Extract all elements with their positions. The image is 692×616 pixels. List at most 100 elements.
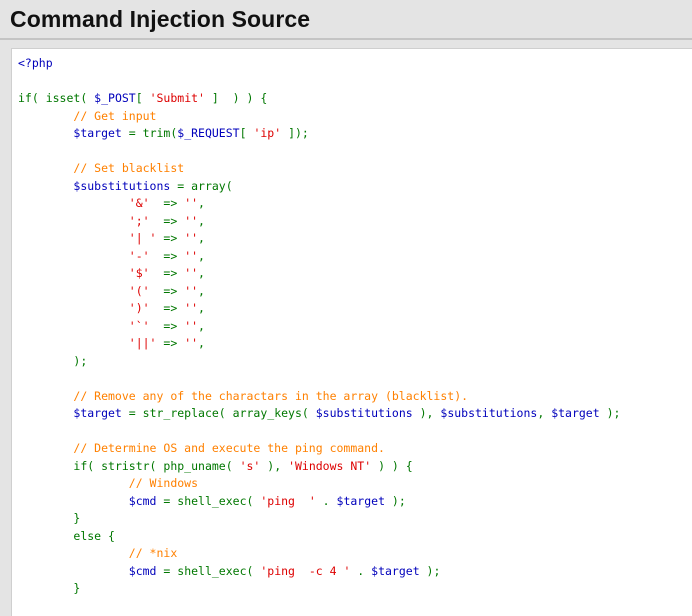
- code-token: '| ': [128, 231, 157, 245]
- code-token: $cmd: [128, 493, 157, 508]
- code-token: $target: [73, 126, 122, 140]
- code-token: ),: [260, 458, 289, 473]
- code-token: ) ) {: [371, 458, 413, 473]
- code-token: '&': [128, 196, 150, 210]
- code-token: '': [184, 336, 199, 350]
- code-token: =: [121, 406, 143, 420]
- code-token: =>: [149, 196, 185, 210]
- code-token: // Set blacklist: [73, 161, 185, 175]
- code-token: $substitutions: [440, 406, 538, 420]
- code-token: =: [156, 563, 178, 578]
- code-token: '': [184, 318, 199, 333]
- code-token: );: [73, 353, 88, 368]
- code-token: =: [121, 126, 143, 140]
- code-token: '': [184, 213, 199, 228]
- code-token: =>: [149, 301, 185, 315]
- code-token: ,: [198, 213, 205, 228]
- code-token: 'ping -c 4 ': [260, 563, 351, 578]
- code-token: else {: [73, 528, 115, 543]
- code-token: trim(: [142, 126, 178, 140]
- code-token: shell_exec(: [177, 563, 261, 578]
- code-panel-container: <?php if( isset( $_POST[ 'Submit' ] ) ) …: [0, 40, 692, 616]
- code-token: 'Windows NT': [288, 458, 372, 473]
- code-token: =>: [149, 213, 185, 228]
- code-token: if(: [73, 458, 102, 473]
- code-token: $cmd: [128, 563, 157, 578]
- code-token: // Windows: [128, 476, 199, 490]
- code-token: ,: [198, 266, 205, 280]
- code-token: str_replace(: [142, 406, 233, 420]
- code-token: '`': [128, 318, 150, 333]
- code-token: '': [184, 266, 199, 280]
- code-token: php_uname(: [163, 458, 240, 473]
- code-token: '': [184, 231, 199, 245]
- code-token: );: [599, 406, 621, 420]
- code-token: ,: [198, 336, 205, 350]
- code-token: =: [170, 178, 192, 193]
- source-code-panel: <?php if( isset( $_POST[ 'Submit' ] ) ) …: [11, 48, 692, 616]
- code-token: // *nix: [128, 546, 178, 560]
- code-token: 'Submit': [149, 91, 205, 105]
- code-token: $_POST: [94, 91, 136, 105]
- page-title: Command Injection Source: [10, 5, 311, 32]
- code-token: ,: [198, 248, 205, 263]
- code-token: '$': [128, 266, 150, 280]
- code-token: [: [239, 126, 254, 140]
- code-token: $substitutions: [315, 406, 413, 420]
- code-token: }: [73, 511, 81, 525]
- code-token: if(: [18, 91, 46, 105]
- code-token: '(': [128, 283, 150, 298]
- code-token: ')': [128, 301, 150, 315]
- code-token: =>: [149, 248, 185, 263]
- code-token: '||': [128, 336, 157, 350]
- code-token: shell_exec(: [177, 493, 261, 508]
- code-token: =>: [156, 231, 185, 245]
- code-token: ),: [412, 406, 441, 420]
- code-token: ,: [198, 196, 205, 210]
- code-token: =>: [149, 283, 185, 298]
- php-source-code: <?php if( isset( $_POST[ 'Submit' ] ) ) …: [18, 55, 692, 616]
- code-token: $_REQUEST: [177, 126, 240, 140]
- code-token: ]);: [281, 126, 309, 140]
- code-token: '': [184, 301, 199, 315]
- code-token: // Remove any of the charactars in the a…: [73, 388, 469, 403]
- code-token: =>: [156, 336, 185, 350]
- code-token: =>: [149, 318, 185, 333]
- code-token: );: [385, 493, 406, 508]
- code-token: $target: [371, 563, 420, 578]
- code-token: $substitutions: [73, 178, 171, 193]
- code-token: stristr(: [101, 458, 164, 473]
- code-token: ,: [198, 283, 205, 298]
- code-token: ,: [537, 406, 552, 420]
- code-token: // Determine OS and execute the ping com…: [73, 441, 385, 455]
- code-token: $target: [73, 406, 122, 420]
- code-token: '': [184, 283, 199, 298]
- code-token: .: [315, 493, 337, 508]
- code-token: 'ip': [253, 126, 282, 140]
- code-token: .: [350, 563, 372, 578]
- code-token: array(: [191, 178, 233, 193]
- code-token: );: [419, 563, 441, 578]
- code-token: $target: [336, 493, 385, 508]
- code-token: isset(: [45, 91, 95, 105]
- code-token: $target: [551, 406, 600, 420]
